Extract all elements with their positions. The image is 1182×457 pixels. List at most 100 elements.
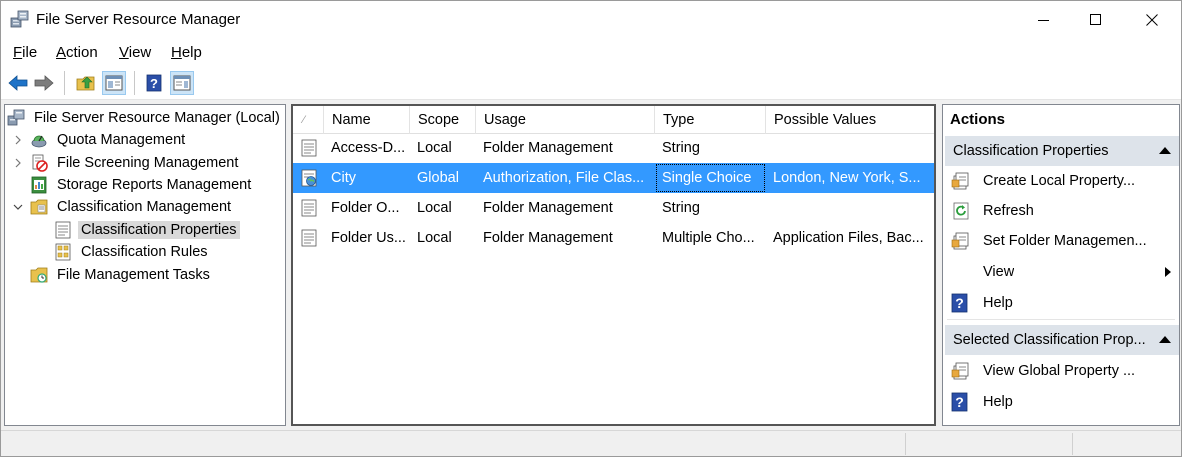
cell-usage: Folder Management xyxy=(483,230,613,246)
local-property-icon xyxy=(300,199,318,217)
up-one-level-button[interactable] xyxy=(74,71,98,95)
tree-item-label: Classification Management xyxy=(57,199,232,215)
svg-text:?: ? xyxy=(955,394,964,410)
list-header: ⁄ Name Scope Usage Type Possible Values xyxy=(293,106,934,134)
tree-item-file-management-tasks[interactable]: File Management Tasks xyxy=(30,264,213,286)
action-label: Create Local Property... xyxy=(983,173,1136,189)
action-help[interactable]: ? Help xyxy=(945,288,1171,318)
section-title: Classification Properties xyxy=(953,143,1109,159)
set-folder-management-icon xyxy=(951,231,971,251)
file-screen-icon xyxy=(30,154,48,172)
menu-file[interactable]: File xyxy=(13,44,37,61)
cell-name: Access-D... xyxy=(331,140,406,156)
up-folder-icon xyxy=(76,76,95,91)
view-global-property-icon xyxy=(951,361,971,381)
collapse-section-icon[interactable] xyxy=(1159,147,1171,154)
column-header-type[interactable]: Type xyxy=(655,106,766,134)
fsrm-app-icon xyxy=(10,10,30,28)
chevron-right-icon[interactable] xyxy=(11,133,25,147)
column-header-name[interactable]: Name xyxy=(324,106,410,134)
tree-item-quota-management[interactable]: Quota Management xyxy=(11,129,188,151)
section-title: Selected Classification Prop... xyxy=(953,332,1146,348)
action-view-global-property[interactable]: View Global Property ... xyxy=(945,356,1171,386)
show-hide-console-tree-button[interactable] xyxy=(102,71,126,95)
column-header-usage[interactable]: Usage xyxy=(476,106,655,134)
cell-name: Folder O... xyxy=(331,200,400,216)
cell-possible-values: Application Files, Bac... xyxy=(773,230,924,246)
actions-section-classification-properties[interactable]: Classification Properties xyxy=(945,136,1179,166)
action-help-selected[interactable]: ? Help xyxy=(945,387,1171,417)
tree-item-storage-reports-management[interactable]: Storage Reports Management xyxy=(30,174,254,196)
cell-name: City xyxy=(331,170,356,186)
table-row[interactable]: Access-D... Local Folder Management Stri… xyxy=(293,133,934,163)
cell-scope: Global xyxy=(417,170,459,186)
cell-type: String xyxy=(662,140,700,156)
show-hide-tree-icon xyxy=(105,75,123,91)
help-icon: ? xyxy=(146,74,162,92)
tree-item-file-screening-management[interactable]: File Screening Management xyxy=(11,152,241,174)
column-header-icon[interactable]: ⁄ xyxy=(293,106,324,134)
tree-item-classification-rules[interactable]: Classification Rules xyxy=(54,241,211,263)
action-create-local-property[interactable]: Create Local Property... xyxy=(945,166,1171,196)
column-header-scope[interactable]: Scope xyxy=(410,106,476,134)
show-hide-action-pane-button[interactable] xyxy=(170,71,194,95)
action-view[interactable]: View xyxy=(945,257,1171,287)
cell-name: Folder Us... xyxy=(331,230,406,246)
cell-scope: Local xyxy=(417,140,452,156)
tree-root[interactable]: File Server Resource Manager (Local) xyxy=(7,107,283,129)
collapse-section-icon[interactable] xyxy=(1159,336,1171,343)
cell-usage: Folder Management xyxy=(483,140,613,156)
actions-section-selected-classification-property[interactable]: Selected Classification Prop... xyxy=(945,325,1179,355)
cell-scope: Local xyxy=(417,200,452,216)
table-row[interactable]: City Global Authorization, File Clas... … xyxy=(293,163,934,193)
cell-scope: Local xyxy=(417,230,452,246)
create-property-icon xyxy=(951,171,971,191)
cell-possible-values xyxy=(766,193,934,223)
menu-bar: File Action View Help xyxy=(1,38,1181,66)
maximize-button[interactable] xyxy=(1073,1,1119,39)
toolbar: ? xyxy=(1,66,1181,100)
tree-item-label: Classification Properties xyxy=(78,221,240,239)
cell-usage: Authorization, File Clas... xyxy=(483,170,645,186)
classification-properties-icon xyxy=(54,221,72,239)
action-label: View Global Property ... xyxy=(983,363,1136,379)
action-label: Help xyxy=(983,394,1013,410)
table-row[interactable]: Folder O... Local Folder Management Stri… xyxy=(293,193,934,223)
chevron-down-icon[interactable] xyxy=(11,200,25,214)
action-set-folder-management[interactable]: Set Folder Managemen... xyxy=(945,226,1171,256)
forward-arrow-icon xyxy=(34,75,54,91)
minimize-icon xyxy=(1038,20,1049,21)
back-arrow-icon xyxy=(8,75,28,91)
column-header-possible-values[interactable]: Possible Values xyxy=(766,106,934,134)
tree-item-label: Quota Management xyxy=(57,132,186,148)
action-refresh[interactable]: Refresh xyxy=(945,196,1171,226)
storage-reports-icon xyxy=(30,176,48,194)
menu-action[interactable]: Action xyxy=(56,44,98,61)
local-property-icon xyxy=(300,139,318,157)
tree-item-label: File Management Tasks xyxy=(57,267,210,283)
help-icon: ? xyxy=(951,392,971,412)
cell-type: Multiple Cho... xyxy=(662,230,755,246)
close-button[interactable] xyxy=(1129,1,1175,39)
cell-usage: Folder Management xyxy=(483,200,613,216)
cell-possible-values xyxy=(766,133,934,163)
actions-title: Actions xyxy=(950,111,1006,128)
help-toolbar-button[interactable]: ? xyxy=(142,71,166,95)
back-button[interactable] xyxy=(6,71,30,95)
fsrm-root-icon xyxy=(7,109,25,127)
svg-text:?: ? xyxy=(150,76,158,91)
forward-button[interactable] xyxy=(32,71,56,95)
tree-item-classification-management[interactable]: Classification Management xyxy=(11,196,234,218)
tree-item-label: File Screening Management xyxy=(57,155,239,171)
minimize-button[interactable] xyxy=(1021,1,1067,39)
table-row[interactable]: Folder Us... Local Folder Management Mul… xyxy=(293,223,934,253)
maximize-icon xyxy=(1090,14,1101,25)
chevron-right-icon[interactable] xyxy=(11,156,25,170)
classification-folder-icon xyxy=(30,198,48,216)
menu-help[interactable]: Help xyxy=(171,44,202,61)
action-label: Set Folder Managemen... xyxy=(983,233,1147,249)
status-bar xyxy=(1,430,1181,456)
tree-item-classification-properties[interactable]: Classification Properties xyxy=(54,219,240,241)
menu-view[interactable]: View xyxy=(119,44,151,61)
cell-type: Single Choice xyxy=(655,163,766,193)
